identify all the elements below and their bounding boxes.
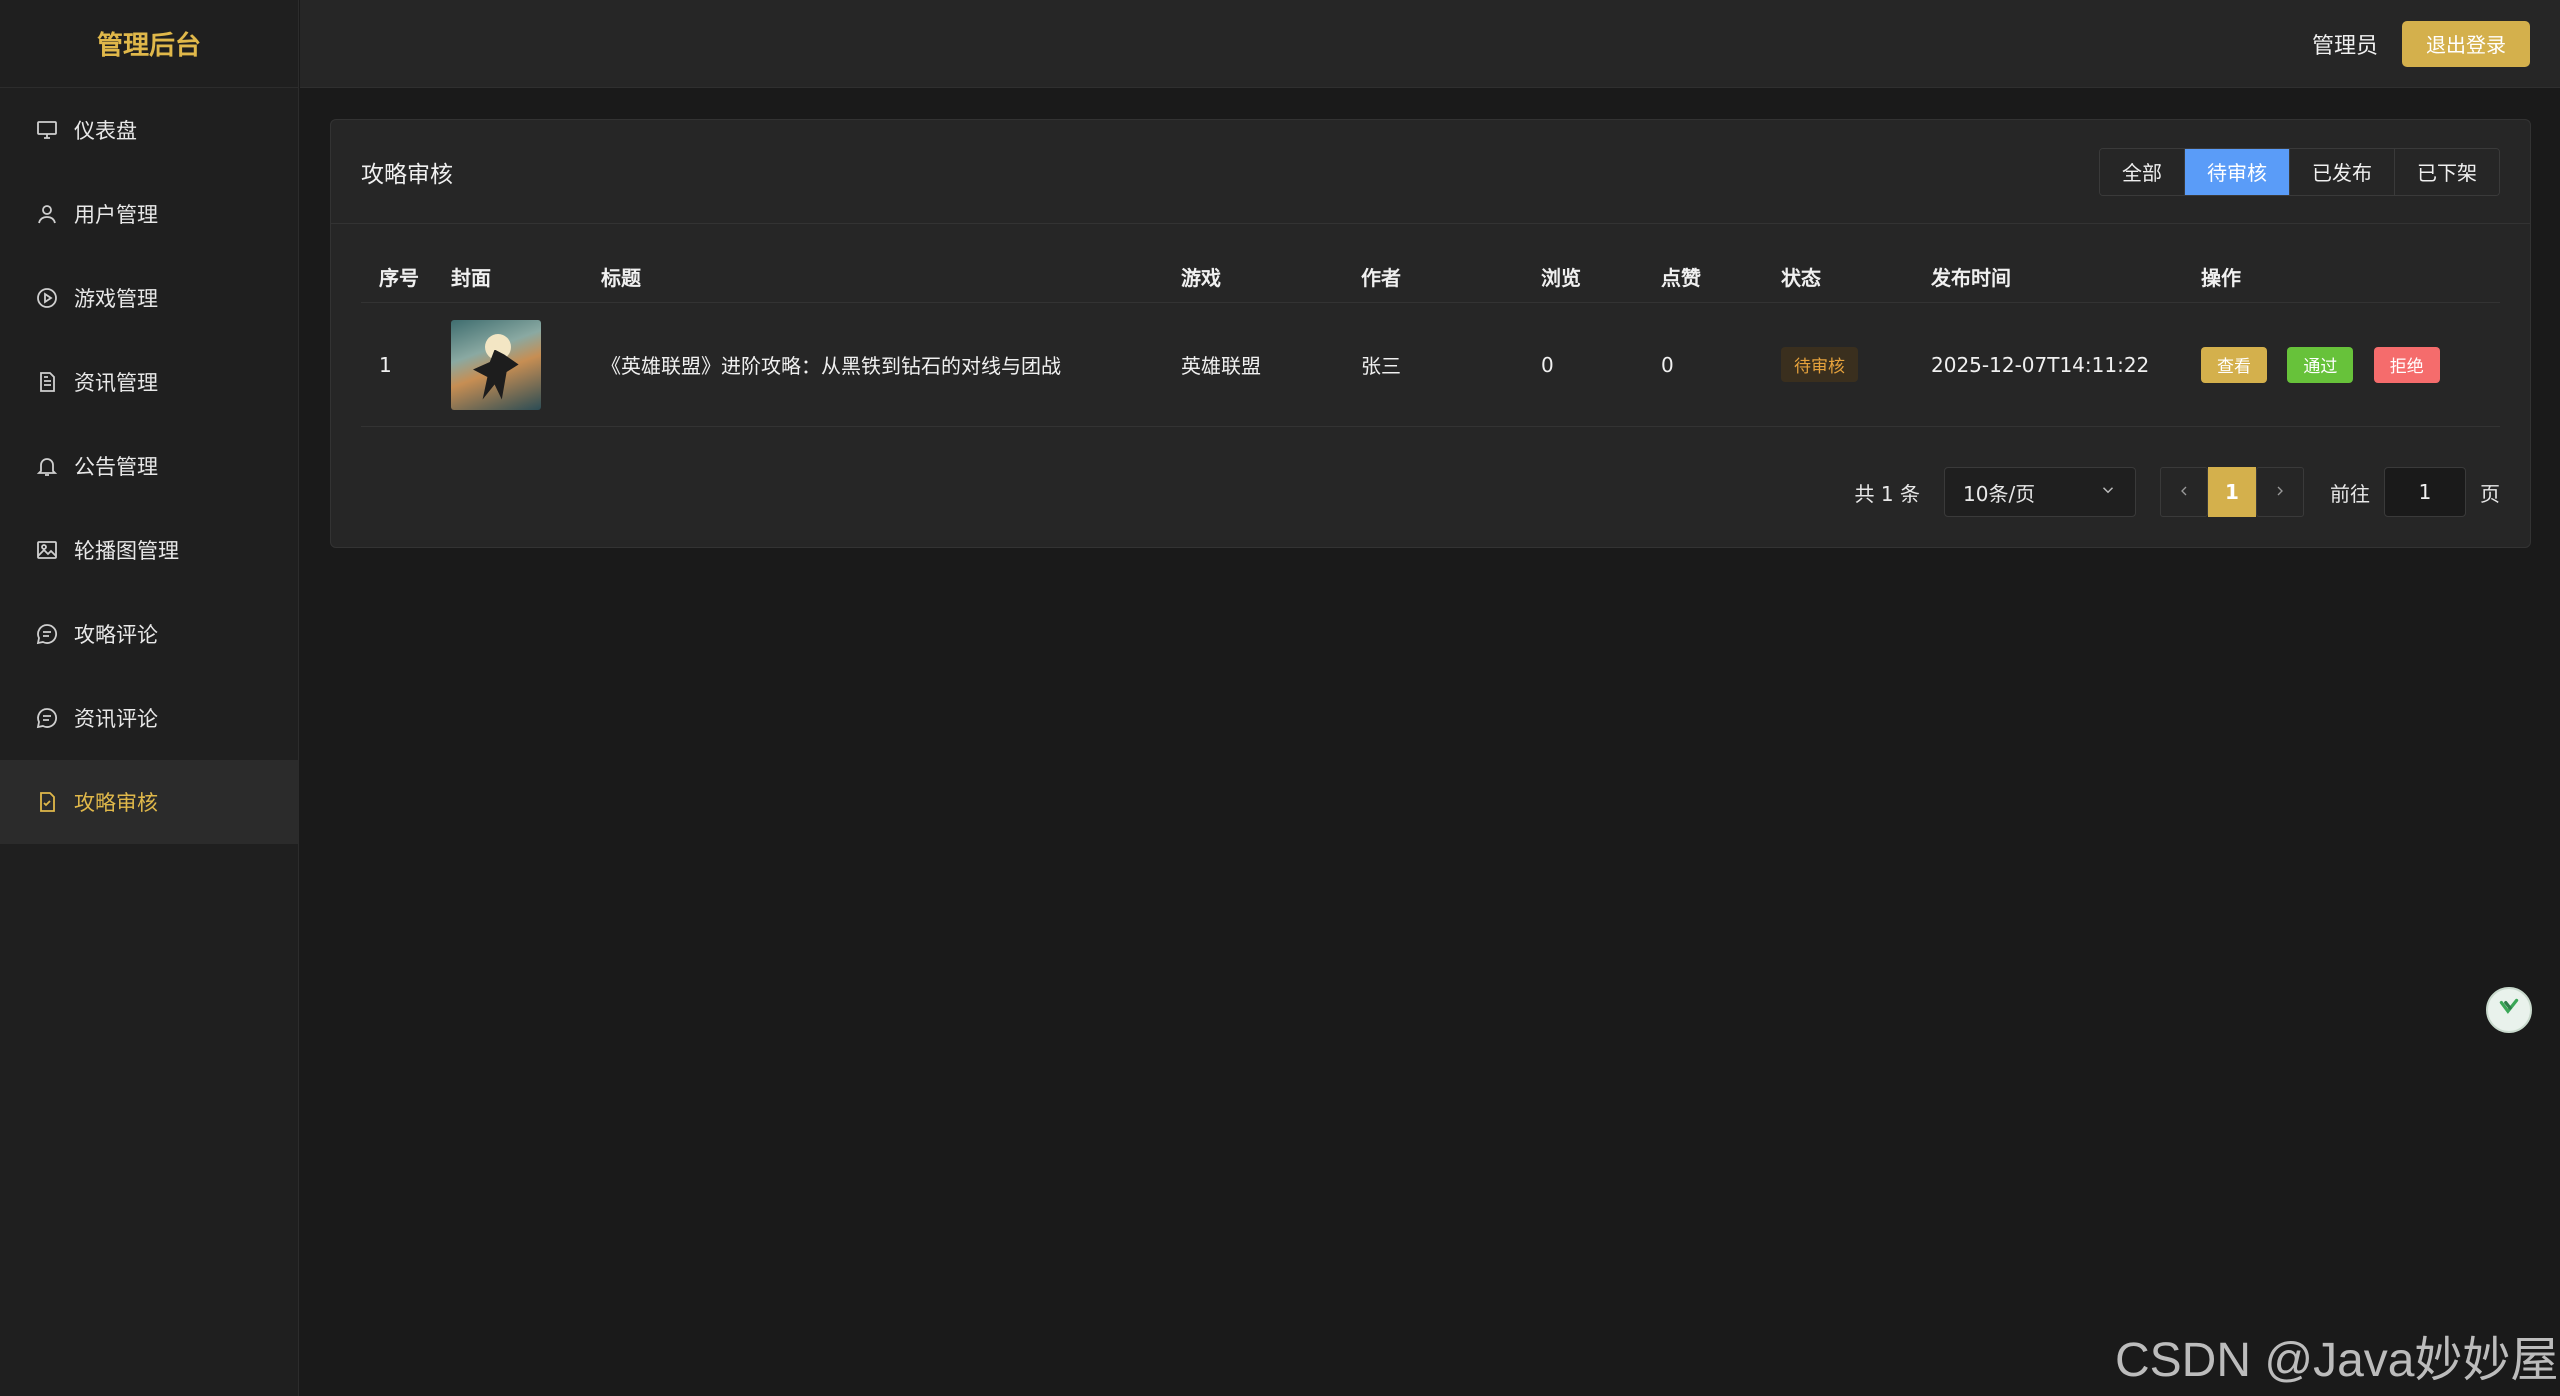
assistant-logo-icon — [2496, 995, 2522, 1025]
col-status: 状态 — [1781, 266, 1821, 290]
top-header: 管理员 退出登录 — [300, 0, 2560, 88]
tab-all[interactable]: 全部 — [2100, 148, 2184, 195]
status-filter-tabs: 全部 待审核 已发布 已下架 — [2099, 147, 2500, 196]
col-cover: 封面 — [451, 266, 491, 290]
page-size-value: 10条/页 — [1963, 481, 2036, 506]
reject-button[interactable]: 拒绝 — [2373, 346, 2440, 383]
card-header: 攻略审核 全部 待审核 已发布 已下架 — [331, 120, 2530, 224]
col-game: 游戏 — [1181, 266, 1221, 290]
review-card: 攻略审核 全部 待审核 已发布 已下架 序号 封面 标题 游戏 作者 浏览 点赞… — [330, 119, 2531, 548]
tab-pending[interactable]: 待审核 — [2184, 148, 2289, 195]
pagination: 共 1 条 10条/页 1 前往 页 — [1855, 467, 2500, 517]
page-size-select[interactable]: 10条/页 — [1944, 467, 2136, 517]
row-likes: 0 — [1661, 352, 1674, 377]
sidebar-item-dashboard[interactable]: 仪表盘 — [0, 88, 298, 172]
chevron-down-icon — [2099, 480, 2117, 504]
table-header: 序号 封面 标题 游戏 作者 浏览 点赞 状态 发布时间 操作 — [361, 251, 2500, 303]
next-page-button[interactable] — [2256, 467, 2304, 517]
play-circle-icon — [34, 285, 60, 311]
sidebar-item-games[interactable]: 游戏管理 — [0, 256, 298, 340]
sidebar-item-label: 仪表盘 — [74, 119, 137, 143]
sidebar-item-news[interactable]: 资讯管理 — [0, 340, 298, 424]
current-user: 管理员 — [2311, 33, 2378, 59]
picture-icon — [34, 537, 60, 563]
user-icon — [34, 201, 60, 227]
sidebar-item-label: 轮播图管理 — [74, 539, 179, 563]
sidebar-item-label: 用户管理 — [74, 203, 158, 227]
approve-button[interactable]: 通过 — [2287, 346, 2354, 383]
row-views: 0 — [1541, 352, 1554, 377]
table-row: 1 《英雄联盟》进阶攻略：从黑铁到钻石的对线与团战 英雄联盟 张三 0 0 待审… — [361, 303, 2500, 427]
col-actions: 操作 — [2201, 266, 2241, 290]
page-title: 攻略审核 — [361, 161, 453, 188]
sidebar-item-label: 资讯评论 — [74, 707, 158, 731]
page-suffix: 页 — [2480, 481, 2500, 506]
col-author: 作者 — [1361, 266, 1401, 290]
row-author: 张三 — [1361, 354, 1401, 378]
tab-published[interactable]: 已发布 — [2289, 148, 2394, 195]
sidebar-item-guide-review[interactable]: 攻略审核 — [0, 760, 298, 844]
sidebar-item-users[interactable]: 用户管理 — [0, 172, 298, 256]
logout-button[interactable]: 退出登录 — [2402, 20, 2530, 67]
chevron-right-icon — [2272, 480, 2288, 504]
col-published: 发布时间 — [1931, 266, 2011, 290]
document-icon — [34, 369, 60, 395]
view-button[interactable]: 查看 — [2201, 346, 2267, 383]
document-checked-icon — [34, 789, 60, 815]
guide-table: 序号 封面 标题 游戏 作者 浏览 点赞 状态 发布时间 操作 1 《英雄联盟》… — [361, 251, 2500, 427]
sidebar-item-label: 公告管理 — [74, 455, 158, 479]
col-views: 浏览 — [1541, 266, 1581, 290]
sidebar-item-guide-comments[interactable]: 攻略评论 — [0, 592, 298, 676]
cover-image — [451, 319, 541, 410]
page-number-current[interactable]: 1 — [2208, 467, 2256, 517]
status-badge: 待审核 — [1781, 347, 1858, 382]
sidebar-item-label: 攻略评论 — [74, 623, 158, 647]
sidebar-item-news-comments[interactable]: 资讯评论 — [0, 676, 298, 760]
sidebar-item-notices[interactable]: 公告管理 — [0, 424, 298, 508]
sidebar-menu: 仪表盘 用户管理 游戏管理 资讯管理 公告管理 轮播图管理 攻略评论 资讯评论 … — [0, 88, 298, 844]
watermark: CSDN @Java妙妙屋 — [2115, 1334, 2559, 1387]
sidebar-item-label: 游戏管理 — [74, 287, 158, 311]
prev-page-button[interactable] — [2160, 467, 2208, 517]
floating-assistant-button[interactable] — [2486, 987, 2532, 1033]
row-game: 英雄联盟 — [1181, 354, 1261, 378]
sidebar-item-carousel[interactable]: 轮播图管理 — [0, 508, 298, 592]
bell-icon — [34, 453, 60, 479]
col-likes: 点赞 — [1661, 266, 1701, 290]
goto-page-input[interactable] — [2384, 467, 2466, 517]
total-count: 共 1 条 — [1854, 481, 1920, 506]
monitor-icon — [34, 117, 60, 143]
col-title: 标题 — [601, 266, 641, 290]
chat-icon — [34, 705, 60, 731]
row-title: 《英雄联盟》进阶攻略：从黑铁到钻石的对线与团战 — [601, 354, 1061, 378]
row-published: 2025-12-07T14:11:22 — [1931, 352, 2150, 377]
col-index: 序号 — [379, 266, 419, 290]
row-index: 1 — [379, 352, 392, 377]
sidebar-item-label: 资讯管理 — [74, 371, 158, 395]
tab-offline[interactable]: 已下架 — [2394, 148, 2499, 195]
chat-icon — [34, 621, 60, 647]
sidebar-item-label: 攻略审核 — [74, 791, 158, 815]
brand-title: 管理后台 — [0, 0, 298, 88]
sidebar: 管理后台 仪表盘 用户管理 游戏管理 资讯管理 公告管理 轮播图管理 攻略评论 … — [0, 0, 299, 1396]
goto-label: 前往 — [2330, 481, 2370, 506]
chevron-left-icon — [2176, 480, 2192, 504]
